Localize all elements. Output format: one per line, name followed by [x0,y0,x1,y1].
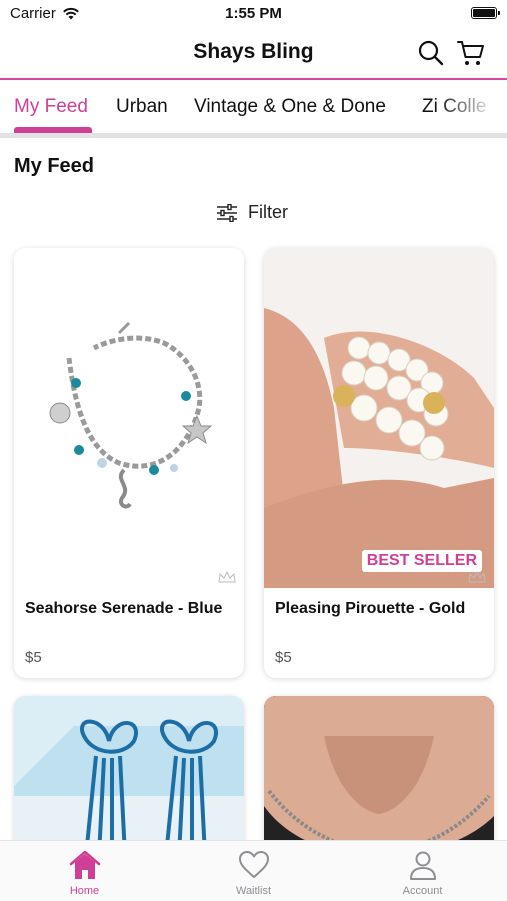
tab-waitlist-label: Waitlist [235,885,272,897]
product-image [264,248,494,588]
bracelet-illustration [49,321,213,509]
tabs-divider [0,133,507,138]
status-bar: Carrier 1:55 PM [0,0,507,26]
tab-account-label: Account [402,885,443,897]
best-seller-badge: BEST SELLER [361,550,482,572]
bottom-tab-bar: Home Waitlist Account [0,840,507,901]
battery-icon [471,7,500,19]
bracelet-photo-illustration [264,248,494,588]
sliders-icon [217,203,237,222]
product-name: Seahorse Serenade - Blue [25,600,223,617]
filter-button[interactable]: Filter [216,202,288,223]
tab-account[interactable]: Account [338,841,507,901]
navigation-bar: Shays Bling [0,26,507,78]
brand-crown-icon [218,571,236,583]
search-icon[interactable] [416,38,446,68]
person-icon [409,851,436,880]
cart-icon[interactable] [456,38,486,68]
heart-icon [238,851,269,878]
section-title: My Feed [14,155,95,177]
clock: 1:55 PM [225,5,282,22]
tab-home[interactable]: Home [0,841,169,901]
product-image [14,248,244,588]
tab-vintage-one-done[interactable]: Vintage & One & Done [194,96,386,118]
product-price: $5 [275,649,292,666]
filter-label: Filter [248,202,288,222]
product-card[interactable]: Seahorse Serenade - Blue $5 [14,248,244,678]
tab-urban[interactable]: Urban [116,96,168,118]
tab-home-label: Home [69,885,100,897]
product-card[interactable]: BEST SELLER Pleasing Pirouette - Gold $5 [264,248,494,678]
category-tabs: My Feed Urban Vintage & One & Done Zi Co… [0,80,507,136]
tab-my-feed[interactable]: My Feed [14,96,88,118]
product-price: $5 [25,649,42,666]
brand-crown-icon [468,571,486,583]
home-icon [69,850,100,879]
tab-fade-overlay [437,80,507,130]
tab-waitlist[interactable]: Waitlist [169,841,338,901]
product-name: Pleasing Pirouette - Gold [275,600,466,617]
